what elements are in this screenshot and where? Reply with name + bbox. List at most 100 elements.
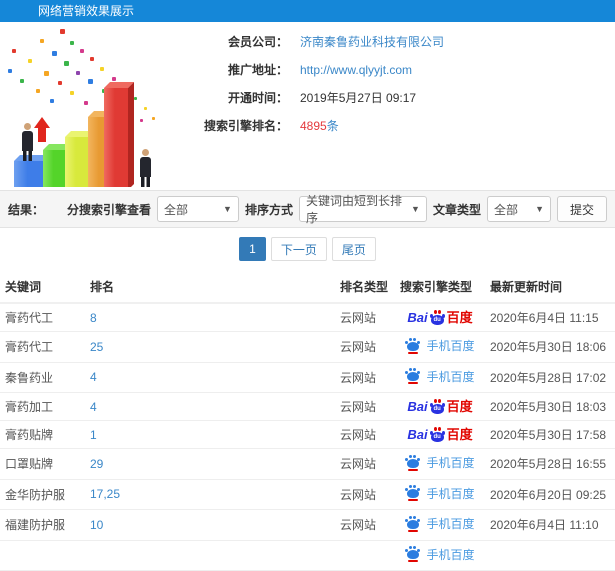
- engine-cell: 手机百度: [395, 362, 485, 393]
- baidu-mobile-paw-icon: [405, 515, 421, 532]
- results-table-body: 膏药代工 8 云网站 Bai du 百度 2020年6月4日 11:15 膏药代…: [0, 303, 615, 571]
- engine-cell: Bai du 百度: [395, 303, 485, 332]
- rank-type-cell: [335, 540, 395, 571]
- chevron-down-icon: ▼: [411, 204, 420, 214]
- article-type-select[interactable]: 全部 ▼: [486, 196, 551, 222]
- chevron-down-icon: ▼: [223, 204, 232, 214]
- rank-type-cell: 云网站: [335, 303, 395, 332]
- rank-cell[interactable]: 17,25: [85, 479, 335, 510]
- businessman-right: [137, 149, 153, 187]
- updated-cell: 2020年5月30日 18:03: [485, 392, 615, 421]
- company-label: 会员公司：: [227, 35, 288, 49]
- filter-controls: 分搜索引擎查看 全部 ▼ 排序方式 关键词由短到长排序 ▼ 文章类型 全部 ▼ …: [66, 194, 607, 225]
- engine-cell: 手机百度: [395, 540, 485, 571]
- updated-cell: 2020年6月4日 11:15: [485, 303, 615, 332]
- promo-url-label: 推广地址：: [227, 63, 288, 77]
- col-rank: 排名: [85, 270, 335, 304]
- info-row-company: 会员公司： 济南秦鲁药业科技有限公司: [178, 35, 615, 50]
- rank-cell[interactable]: 1: [85, 420, 335, 449]
- baidu-pc-logo: Bai du 百度: [407, 427, 473, 442]
- page-title: 网络营销效果展示: [38, 4, 135, 18]
- updated-cell: 2020年6月20日 09:25: [485, 479, 615, 510]
- table-row: 手机百度: [0, 540, 615, 571]
- baidu-paw-icon: du: [429, 399, 446, 414]
- baidu-paw-icon: du: [429, 310, 446, 325]
- col-updated: 最新更新时间: [485, 270, 615, 304]
- pagination: 1 下一页 尾页: [0, 228, 615, 270]
- table-row: 膏药代工 8 云网站 Bai du 百度 2020年6月4日 11:15: [0, 303, 615, 332]
- bar-green: [43, 150, 66, 187]
- baidu-pc-logo: Bai du 百度: [407, 399, 473, 414]
- page-1-button[interactable]: 1: [239, 237, 266, 261]
- table-row: 膏药加工 4 云网站 Bai du 百度 2020年5月30日 18:03: [0, 392, 615, 421]
- engine-cell: 手机百度: [395, 509, 485, 541]
- rank-cell[interactable]: 4: [85, 392, 335, 421]
- baidu-mobile-paw-icon: [405, 337, 421, 354]
- baidu-mobile-logo: 手机百度: [405, 454, 475, 471]
- baidu-mobile-logo: 手机百度: [405, 337, 475, 354]
- engine-filter-select[interactable]: 全部 ▼: [156, 196, 239, 222]
- rank-type-cell: 云网站: [335, 420, 395, 449]
- rank-count-label: 搜索引擎排名：: [203, 119, 288, 133]
- engine-cell: 手机百度: [395, 479, 485, 510]
- updated-cell: 2020年5月28日 16:55: [485, 448, 615, 480]
- updated-cell: [485, 540, 615, 571]
- rank-type-cell: 云网站: [335, 448, 395, 480]
- company-info-list: 会员公司： 济南秦鲁药业科技有限公司 推广地址： http://www.qlyy…: [178, 22, 615, 190]
- engine-filter-label: 分搜索引擎查看: [66, 202, 151, 217]
- baidu-mobile-paw-icon: [405, 546, 421, 562]
- baidu-mobile-paw-icon: [405, 454, 421, 471]
- sort-select[interactable]: 关键词由短到长排序 ▼: [298, 194, 427, 225]
- rank-type-cell: 云网站: [335, 392, 395, 421]
- table-row: 膏药贴牌 1 云网站 Bai du 百度 2020年5月30日 17:58: [0, 420, 615, 449]
- baidu-mobile-logo: 手机百度: [405, 485, 475, 502]
- keyword-cell: 口罩贴牌: [0, 448, 85, 480]
- baidu-paw-icon: du: [429, 427, 446, 442]
- rank-cell[interactable]: 29: [85, 448, 335, 480]
- rank-count-value: 4895条: [300, 119, 339, 133]
- engine-cell: Bai du 百度: [395, 392, 485, 421]
- engine-cell: Bai du 百度: [395, 420, 485, 449]
- sort-label: 排序方式: [244, 202, 293, 217]
- col-keyword: 关键词: [0, 270, 85, 304]
- promo-url-link[interactable]: http://www.qlyyjt.com: [300, 63, 412, 78]
- bar-chart-illustration: [0, 27, 178, 187]
- info-row-rank-count: 搜索引擎排名： 4895条: [178, 119, 615, 134]
- chevron-down-icon: ▼: [535, 204, 544, 214]
- updated-cell: 2020年6月4日 11:10: [485, 509, 615, 541]
- window-titlebar: 网络营销效果展示: [0, 0, 615, 22]
- last-page-button[interactable]: 尾页: [331, 237, 376, 261]
- rank-cell[interactable]: [85, 540, 335, 571]
- updated-cell: 2020年5月30日 17:58: [485, 420, 615, 449]
- rank-cell[interactable]: 4: [85, 362, 335, 393]
- baidu-mobile-logo: 手机百度: [405, 515, 475, 532]
- next-page-button[interactable]: 下一页: [270, 237, 327, 261]
- col-engine-type: 搜索引擎类型: [395, 270, 485, 304]
- baidu-pc-logo: Bai du 百度: [407, 310, 473, 325]
- rank-type-cell: 云网站: [335, 331, 395, 363]
- rank-cell[interactable]: 25: [85, 331, 335, 363]
- open-time-value: 2019年5月27日 09:17: [300, 91, 417, 105]
- keyword-cell: 膏药加工: [0, 392, 85, 421]
- keyword-cell: 金华防护服: [0, 479, 85, 510]
- keyword-cell: [0, 540, 85, 571]
- open-time-label: 开通时间：: [227, 91, 288, 105]
- rank-cell[interactable]: 10: [85, 509, 335, 541]
- baidu-mobile-logo: 手机百度: [405, 368, 475, 385]
- submit-button[interactable]: 提交: [556, 196, 607, 222]
- keyword-cell: 膏药代工: [0, 331, 85, 363]
- engine-cell: 手机百度: [395, 448, 485, 480]
- table-row: 口罩贴牌 29 云网站 手机百度 2020年5月28日 16:55: [0, 448, 615, 480]
- company-name-link[interactable]: 济南秦鲁药业科技有限公司: [300, 35, 444, 50]
- table-row: 福建防护服 10 云网站 手机百度 2020年6月4日 11:10: [0, 509, 615, 541]
- bar-red: [104, 88, 128, 187]
- bar-blue: [14, 161, 44, 187]
- table-row: 金华防护服 17,25 云网站 手机百度 2020年6月20日 09:25: [0, 479, 615, 510]
- table-row: 膏药代工 25 云网站 手机百度 2020年5月30日 18:06: [0, 331, 615, 363]
- bar-yellow: [65, 137, 89, 187]
- results-section-label: 结果：: [8, 202, 45, 217]
- rank-type-cell: 云网站: [335, 509, 395, 541]
- rank-cell[interactable]: 8: [85, 303, 335, 332]
- rank-type-cell: 云网站: [335, 362, 395, 393]
- baidu-mobile-paw-icon: [405, 485, 421, 501]
